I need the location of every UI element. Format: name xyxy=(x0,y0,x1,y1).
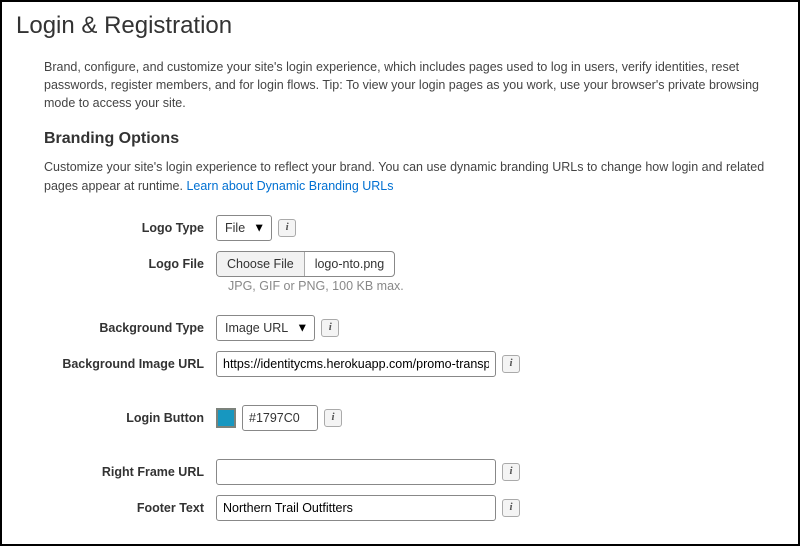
right-frame-url-input[interactable] xyxy=(216,459,496,485)
background-url-input[interactable] xyxy=(216,351,496,377)
page-title: Login & Registration xyxy=(16,12,784,40)
chevron-down-icon: ▼ xyxy=(296,320,308,334)
info-icon[interactable]: i xyxy=(502,355,520,373)
branding-form: Logo Type File ▼ i Logo File Choose File… xyxy=(26,215,784,521)
logo-type-select[interactable]: File ▼ xyxy=(216,215,272,241)
info-icon[interactable]: i xyxy=(502,499,520,517)
row-footer-text: Footer Text i xyxy=(26,495,784,521)
branding-desc-text: Customize your site's login experience t… xyxy=(44,160,764,192)
label-background-url: Background Image URL xyxy=(26,357,216,371)
background-type-select[interactable]: Image URL ▼ xyxy=(216,315,315,341)
login-button-color-swatch[interactable] xyxy=(216,408,236,428)
info-icon[interactable]: i xyxy=(278,219,296,237)
branding-desc: Customize your site's login experience t… xyxy=(44,158,784,194)
footer-text-input[interactable] xyxy=(216,495,496,521)
chevron-down-icon: ▼ xyxy=(253,220,265,234)
choose-file-button[interactable]: Choose File xyxy=(217,252,305,276)
row-logo-file: Logo File Choose File logo-nto.png xyxy=(26,251,784,277)
label-logo-type: Logo Type xyxy=(26,221,216,235)
intro-text: Brand, configure, and customize your sit… xyxy=(44,58,784,112)
dynamic-branding-link[interactable]: Learn about Dynamic Branding URLs xyxy=(186,179,393,193)
label-login-button: Login Button xyxy=(26,411,216,425)
row-right-frame-url: Right Frame URL i xyxy=(26,459,784,485)
logo-file-name: logo-nto.png xyxy=(305,257,395,271)
info-icon[interactable]: i xyxy=(502,463,520,481)
settings-panel: Login & Registration Brand, configure, a… xyxy=(0,0,800,546)
row-background-url: Background Image URL i xyxy=(26,351,784,377)
background-type-value: Image URL xyxy=(225,321,288,335)
label-background-type: Background Type xyxy=(26,321,216,335)
logo-file-hint: JPG, GIF or PNG, 100 KB max. xyxy=(228,279,784,293)
login-button-color-value[interactable]: #1797C0 xyxy=(242,405,318,431)
logo-file-input[interactable]: Choose File logo-nto.png xyxy=(216,251,395,277)
info-icon[interactable]: i xyxy=(324,409,342,427)
row-login-button: Login Button #1797C0 i xyxy=(26,405,784,431)
logo-type-value: File xyxy=(225,221,245,235)
label-right-frame-url: Right Frame URL xyxy=(26,465,216,479)
info-icon[interactable]: i xyxy=(321,319,339,337)
label-logo-file: Logo File xyxy=(26,257,216,271)
branding-heading: Branding Options xyxy=(44,130,784,148)
row-background-type: Background Type Image URL ▼ i xyxy=(26,315,784,341)
label-footer-text: Footer Text xyxy=(26,501,216,515)
row-logo-type: Logo Type File ▼ i xyxy=(26,215,784,241)
